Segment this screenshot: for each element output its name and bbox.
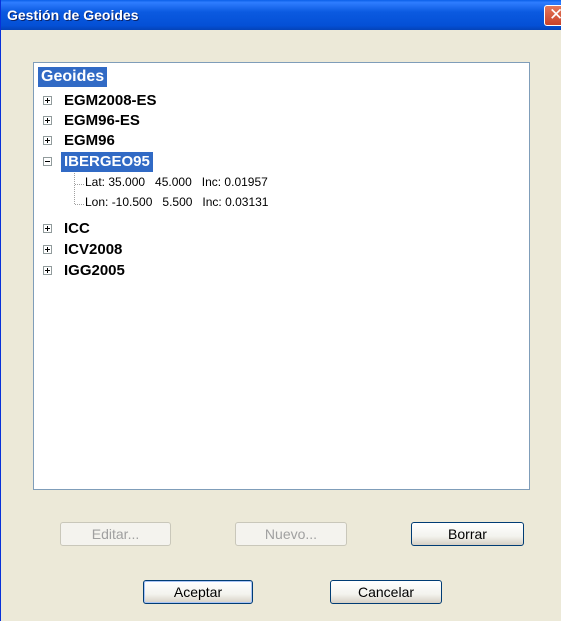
- tree-node-label: IGG2005: [64, 262, 125, 279]
- tree-root-geoides[interactable]: Geoides: [38, 67, 108, 87]
- new-button[interactable]: Nuevo...: [235, 522, 347, 546]
- tree-node-ibergeo95[interactable]: IBERGEO95: [34, 152, 529, 173]
- tree-node-label: ICV2008: [64, 241, 123, 258]
- expand-plus-icon[interactable]: [43, 245, 52, 254]
- tree-child-label: Lon: -10.500 5.500 Inc: 0.03131: [85, 195, 269, 209]
- tree-node-egm2008-es[interactable]: EGM2008-ES: [34, 91, 529, 112]
- geoid-tree[interactable]: Geoides EGM2008-ES EGM96-ES EGM96 IBERGE…: [33, 62, 530, 490]
- collapse-minus-icon[interactable]: [43, 157, 52, 166]
- expand-plus-icon[interactable]: [43, 116, 52, 125]
- expand-plus-icon[interactable]: [43, 96, 52, 105]
- close-button[interactable]: ✕: [544, 5, 561, 26]
- expand-plus-icon[interactable]: [43, 136, 52, 145]
- tree-node-egm96-es[interactable]: EGM96-ES: [34, 111, 529, 132]
- tree-child-label: Lat: 35.000 45.000 Inc: 0.01957: [85, 175, 268, 189]
- tree-connector-line: [75, 204, 84, 205]
- tree-node-label: EGM96-ES: [64, 112, 140, 129]
- close-icon: ✕: [549, 5, 561, 25]
- tree-connector-line: [75, 184, 84, 185]
- tree-child-lon[interactable]: Lon: -10.500 5.500 Inc: 0.03131: [75, 194, 475, 214]
- title-bar[interactable]: Gestión de Geoides ✕: [1, 0, 561, 30]
- tree-node-igg2005[interactable]: IGG2005: [34, 261, 529, 282]
- tree-node-icc[interactable]: ICC: [34, 219, 529, 240]
- window-title: Gestión de Geoides: [7, 7, 139, 23]
- tree-node-label: ICC: [64, 220, 90, 237]
- tree-node-label: IBERGEO95: [61, 152, 153, 172]
- dialog-window: Gestión de Geoides ✕ Geoides EGM2008-ES …: [0, 0, 561, 621]
- accept-button[interactable]: Aceptar: [143, 580, 253, 604]
- delete-button[interactable]: Borrar: [411, 522, 524, 546]
- tree-child-lat[interactable]: Lat: 35.000 45.000 Inc: 0.01957: [75, 174, 475, 194]
- tree-node-egm96[interactable]: EGM96: [34, 131, 529, 152]
- cancel-button[interactable]: Cancelar: [330, 580, 442, 604]
- edit-button[interactable]: Editar...: [60, 522, 171, 546]
- tree-node-icv2008[interactable]: ICV2008: [34, 240, 529, 261]
- expand-plus-icon[interactable]: [43, 224, 52, 233]
- tree-node-label: EGM96: [64, 132, 115, 149]
- tree-node-label: EGM2008-ES: [64, 92, 157, 109]
- expand-plus-icon[interactable]: [43, 266, 52, 275]
